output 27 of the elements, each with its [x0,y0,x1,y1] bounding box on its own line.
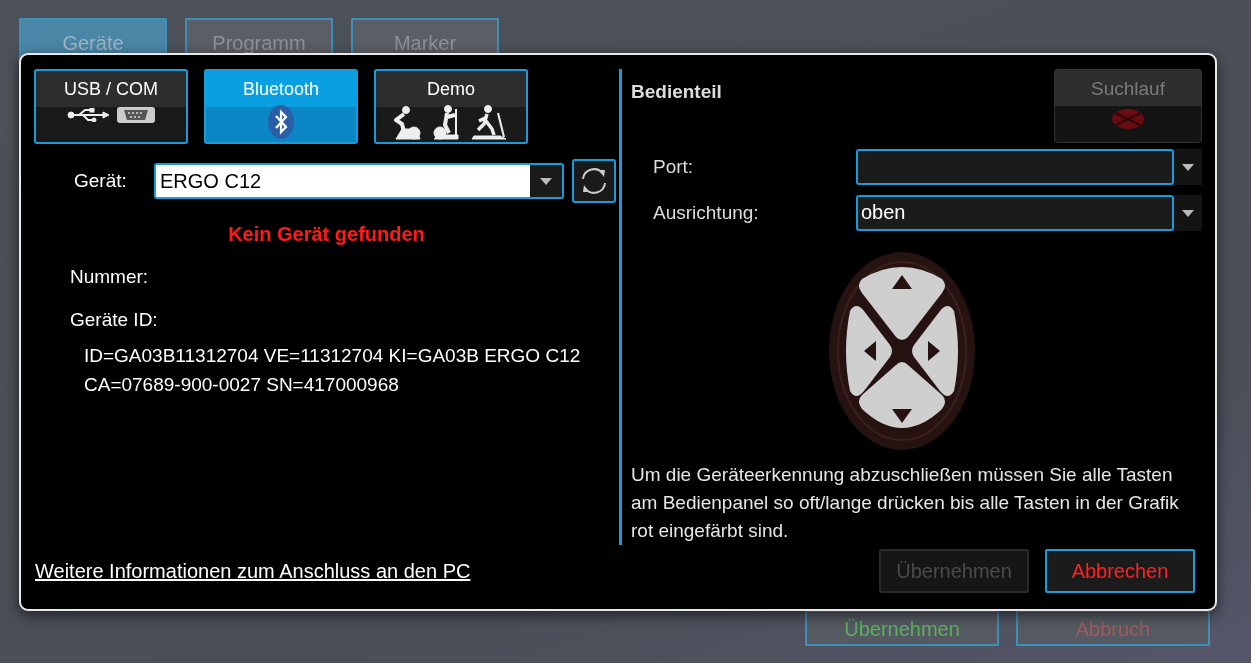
bluetooth-icon [268,105,294,139]
connection-button[interactable]: Demo [374,69,528,144]
section-title: Bedienteil [631,81,722,103]
caret-icon [1182,209,1194,217]
field-label: Port: [653,156,695,178]
usb-icon [67,108,109,122]
device-label: Gerät: [74,170,128,192]
status-message: Kein Gerät gefunden [227,223,426,246]
connection-button[interactable]: Bluetooth [204,69,358,144]
info-link[interactable]: Weitere Informationen zum Anschluss an den PC [35,559,471,583]
field-label: Ausrichtung: [653,202,760,224]
device-id-text: ID=GA03B11312704 VE=11312704 KI=GA03B ERGO C12 [84,345,582,367]
refresh-icon [579,166,609,196]
serial-port-icon [117,105,155,125]
instructions-text: Um die Geräteerkennung abzuschließen müssen Sie alle Tasten am Bedienpanel so oft/lange drücken bis alle Tasten in der Grafik rot eingefärbt sind. [631,463,1180,543]
cancel-button[interactable]: Abbrechen [1045,549,1195,593]
device-id-label: Geräte ID: [70,309,159,331]
caret-icon [1182,163,1194,171]
connection-button[interactable]: USB / COM [34,69,188,144]
refresh-button[interactable] [572,159,616,203]
caret-icon [540,177,552,185]
remote-control-icon [1111,108,1145,130]
apply-button[interactable]: Übernehmen [805,610,999,646]
device-id-text: CA=07689-900-0027 SN=417000968 [84,374,400,396]
number-label: Nummer: [70,266,150,288]
dropdown-field[interactable] [856,149,1202,185]
device-dropdown[interactable]: ERGO C12 [154,163,564,199]
